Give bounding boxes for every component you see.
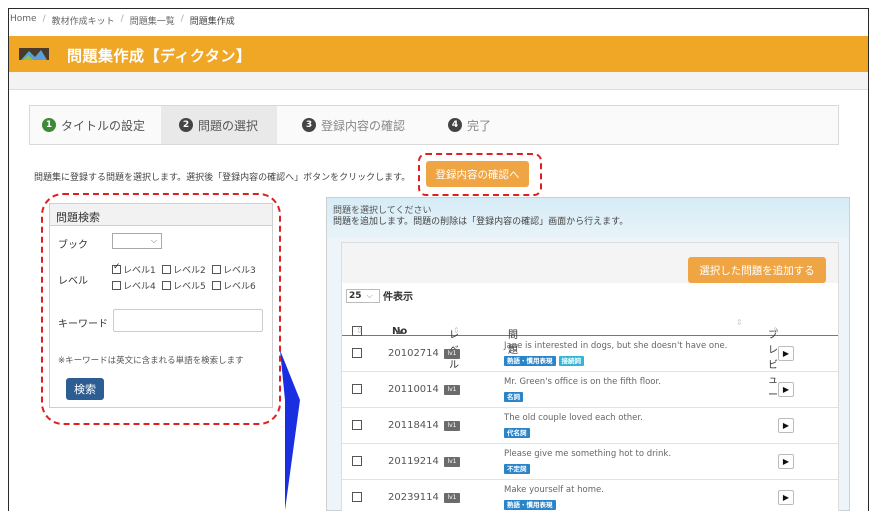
table-row[interactable]: 20239114 lv1 Make yourself at home. 熟語・慣…	[342, 481, 838, 511]
table-row[interactable]: 20110014 lv1 Mr. Green's office is on th…	[342, 373, 838, 408]
flow-arrow-icon	[280, 350, 300, 510]
breadcrumb-separator: /	[42, 14, 46, 24]
step-label: 問題の選択	[198, 118, 259, 133]
select-help-text: 問題を追加します。問題の削除は「登録内容の確認」画面から行えます。	[333, 217, 629, 227]
step-complete: 4 完了	[434, 106, 514, 144]
step-title-settings: 1 タイトルの設定	[30, 106, 162, 144]
step-number: 1	[42, 118, 56, 132]
tag-list: 熟語・慣用表現 接続詞	[504, 356, 584, 366]
row-checkbox[interactable]	[352, 492, 362, 502]
step-confirm: 3 登録内容の確認	[294, 106, 424, 144]
sort-ascending-icon: ▲	[396, 326, 403, 335]
sort-icon: ⇕	[736, 318, 743, 327]
sort-icon: ⇕	[356, 326, 363, 335]
page-size-control: 25 ⌵ 件表示	[346, 288, 413, 303]
question-text: Please give me something hot to drink.	[504, 449, 672, 459]
page-size-select[interactable]: 25 ⌵	[346, 288, 380, 303]
annotation-highlight	[41, 193, 281, 425]
annotation-highlight	[418, 153, 542, 196]
level-badge: lv1	[444, 385, 460, 395]
breadcrumb-separator: /	[180, 14, 184, 24]
step-question-select: 2 問題の選択	[161, 106, 277, 144]
table-row[interactable]: 20119214 lv1 Please give me something ho…	[342, 445, 838, 480]
step-label: 完了	[467, 118, 492, 133]
row-checkbox[interactable]	[352, 348, 362, 358]
page-size-label: 件表示	[383, 292, 413, 303]
level-badge: lv1	[444, 421, 460, 431]
question-text: Jane is interested in dogs, but she does…	[504, 341, 728, 351]
step-label: タイトルの設定	[61, 118, 146, 133]
dictan-logo-icon	[19, 48, 49, 60]
breadcrumb-home[interactable]: Home	[10, 14, 37, 27]
page-size-value: 25	[349, 290, 362, 301]
question-number: 20119214	[388, 456, 439, 467]
tag-list: 熟語・慣用表現	[504, 500, 556, 510]
category-tag: 代名詞	[504, 428, 530, 438]
sort-icon: ⇕	[453, 326, 460, 335]
preview-play-button[interactable]: ▶	[778, 454, 794, 469]
table-row[interactable]: 20102714 lv1 Jane is interested in dogs,…	[342, 337, 838, 372]
category-tag: 熟語・慣用表現	[504, 500, 556, 510]
table-row[interactable]: 20118414 lv1 The old couple loved each o…	[342, 409, 838, 444]
question-number: 20102714	[388, 348, 439, 359]
preview-play-button[interactable]: ▶	[778, 490, 794, 505]
level-badge: lv1	[444, 349, 460, 359]
question-table-container: 選択した問題を追加する 25 ⌵ 件表示 ⇕ No▲ レベル⇕ 問題 ⇕ プレビュ…	[341, 242, 839, 511]
question-text: Make yourself at home.	[504, 485, 604, 495]
breadcrumb-separator: /	[120, 14, 124, 24]
row-checkbox[interactable]	[352, 420, 362, 430]
category-tag: 接続詞	[558, 356, 584, 366]
question-text: The old couple loved each other.	[504, 413, 643, 423]
step-number: 2	[179, 118, 193, 132]
row-checkbox[interactable]	[352, 456, 362, 466]
tag-list: 代名詞	[504, 428, 530, 438]
preview-play-button[interactable]: ▶	[778, 346, 794, 361]
preview-play-button[interactable]: ▶	[778, 382, 794, 397]
step-indicator: 1 タイトルの設定 2 問題の選択 3 登録内容の確認 4 完了	[29, 105, 839, 145]
question-text: Mr. Green's office is on the fifth floor…	[504, 377, 661, 387]
breadcrumb-kit[interactable]: 教材作成キット	[52, 14, 115, 27]
step-label: 登録内容の確認	[321, 118, 406, 133]
breadcrumb-current: 問題集作成	[189, 17, 235, 27]
category-tag: 熟語・慣用表現	[504, 356, 556, 366]
question-select-panel: 問題を選択してください 問題を追加します。問題の削除は「登録内容の確認」画面から…	[326, 197, 850, 511]
chevron-down-icon: ⌵	[366, 290, 373, 300]
breadcrumb-list[interactable]: 問題集一覧	[130, 14, 175, 27]
category-tag: 不定詞	[504, 464, 530, 474]
table-header: ⇕ No▲ レベル⇕ 問題 ⇕ プレビュー⇕	[342, 310, 838, 401]
instruction-text: 問題集に登録する問題を選択します。選択後「登録内容の確認へ」ボタンをクリックしま…	[34, 173, 411, 183]
level-badge: lv1	[444, 457, 460, 467]
question-number: 20110014	[388, 384, 439, 395]
row-checkbox[interactable]	[352, 384, 362, 394]
add-selected-button[interactable]: 選択した問題を追加する	[688, 257, 826, 283]
header-divider	[9, 72, 868, 90]
tag-list: 不定詞	[504, 464, 530, 474]
tag-list: 名詞	[504, 392, 523, 402]
question-number: 20239114	[388, 492, 439, 503]
question-select-header: 問題を選択してください 問題を追加します。問題の削除は「登録内容の確認」画面から…	[327, 198, 849, 238]
question-number: 20118414	[388, 420, 439, 431]
breadcrumb: Home / 教材作成キット / 問題集一覧 / 問題集作成	[10, 14, 235, 27]
step-number: 3	[302, 118, 316, 132]
page-header: 問題集作成【ディクタン】	[9, 36, 868, 72]
category-tag: 名詞	[504, 392, 523, 402]
page-title: 問題集作成【ディクタン】	[67, 47, 252, 65]
sort-icon: ⇕	[772, 326, 779, 335]
level-badge: lv1	[444, 493, 460, 503]
step-number: 4	[448, 118, 462, 132]
preview-play-button[interactable]: ▶	[778, 418, 794, 433]
